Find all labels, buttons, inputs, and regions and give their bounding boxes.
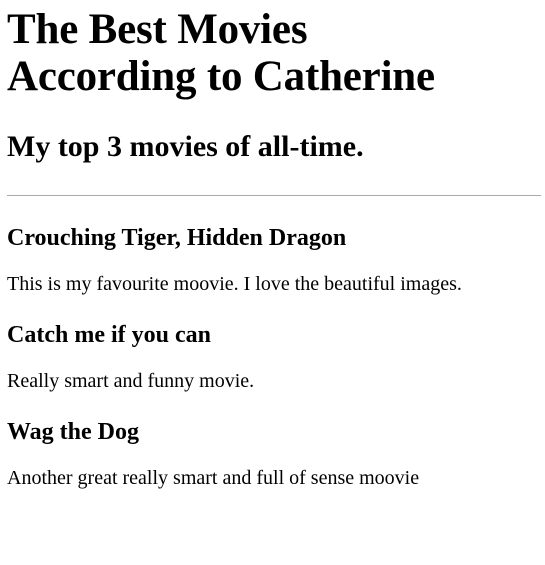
movie-title: Catch me if you can [7, 322, 211, 348]
movie-entry: Crouching Tiger, Hidden Dragon This is m… [7, 224, 541, 296]
movie-entry: Catch me if you can Really smart and fun… [7, 321, 541, 393]
divider [7, 195, 541, 196]
movie-title: Crouching Tiger, Hidden Dragon [7, 225, 347, 251]
page-title-line-2: According to Catherine [7, 53, 435, 100]
movie-entry: Wag the Dog Another great really smart a… [7, 418, 541, 490]
movie-description: Really smart and funny movie. [7, 370, 255, 392]
movie-description: This is my favourite moovie. I love the … [7, 273, 462, 295]
movie-title: Wag the Dog [7, 419, 139, 445]
movie-description: Another great really smart and full of s… [7, 467, 420, 489]
page-title-line-1: The Best Movies [7, 6, 308, 53]
page-title: The Best Movies According to Catherine [7, 6, 541, 100]
page-subtitle: My top 3 movies of all-time. [7, 130, 364, 163]
